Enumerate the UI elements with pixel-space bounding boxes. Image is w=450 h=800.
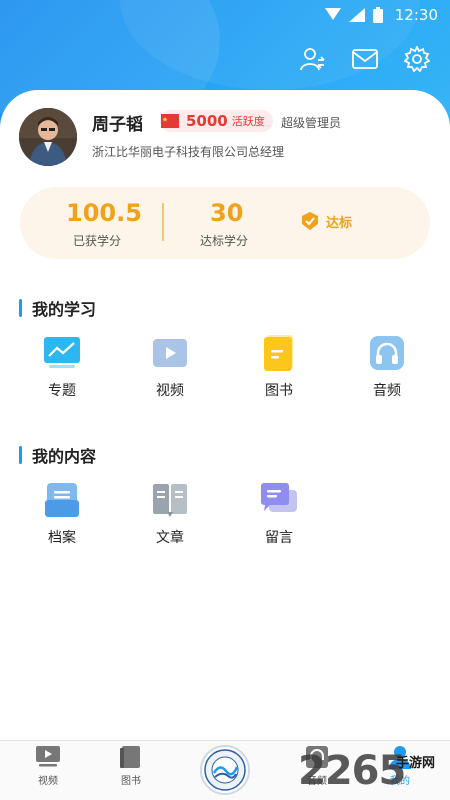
credits-divider — [162, 203, 164, 241]
learning-item-videos[interactable]: 视频 — [130, 334, 210, 400]
tab-label: 视频 — [38, 776, 58, 787]
status-bar: 12:30 — [0, 0, 450, 30]
learning-item-topics[interactable]: 专题 — [22, 334, 102, 400]
credits-status-label: 达标 — [326, 215, 353, 231]
settings-button[interactable] — [402, 44, 432, 74]
book-icon — [259, 334, 299, 372]
tab-video[interactable]: 视频 — [18, 745, 78, 797]
learning-item-books[interactable]: 图书 — [239, 334, 319, 400]
switch-user-button[interactable] — [298, 44, 328, 74]
video-tab-icon — [36, 746, 60, 767]
activity-score: 5000 — [186, 112, 228, 130]
learning-item-label: 专题 — [48, 383, 76, 399]
gear-icon — [404, 46, 430, 72]
archive-icon — [42, 481, 82, 519]
messages-button[interactable] — [350, 44, 380, 74]
profile-section: 周子韬 5000 活跃度 超级管理员 浙江比华丽电子科技有限公司总经理 — [19, 108, 439, 168]
activity-label: 活跃度 — [231, 115, 265, 128]
section-accent-bar — [19, 299, 22, 317]
earned-credits-value: 100.5 — [66, 199, 142, 227]
earned-credits-label: 已获学分 — [73, 234, 122, 248]
target-credits-label: 达标学分 — [200, 234, 249, 248]
video-play-icon — [150, 334, 190, 372]
avatar[interactable] — [19, 108, 77, 166]
content-item-label: 文章 — [156, 530, 184, 546]
content-item-label: 留言 — [265, 530, 293, 546]
user-switch-icon — [300, 48, 325, 71]
content-item-messages[interactable]: 留言 — [239, 481, 319, 547]
credits-panel: 100.5 已获学分 30 达标学分 达标 — [20, 187, 430, 259]
credits-status: 达标 — [300, 211, 352, 231]
section-my-content: 我的内容 — [19, 443, 96, 467]
check-badge-icon — [302, 212, 318, 230]
learning-item-label: 音频 — [373, 383, 401, 399]
user-role: 超级管理员 — [281, 116, 342, 130]
article-icon — [150, 481, 190, 519]
battery-icon — [372, 7, 383, 23]
user-company: 浙江比华丽电子科技有限公司总经理 — [92, 145, 285, 159]
monitor-chart-icon — [42, 334, 82, 372]
avatar-image — [19, 108, 77, 166]
watermark-number: 2265 — [298, 748, 406, 794]
watermark-site: 手游网 — [396, 756, 436, 771]
center-home-logo[interactable] — [200, 745, 250, 795]
tab-books[interactable]: 图书 — [101, 745, 161, 797]
mail-icon — [352, 49, 378, 69]
learning-item-label: 视频 — [156, 383, 184, 399]
activity-badge: 5000 活跃度 — [160, 110, 273, 132]
content-item-articles[interactable]: 文章 — [130, 481, 210, 547]
target-credits-value: 30 — [210, 199, 244, 227]
tab-label: 图书 — [121, 776, 141, 787]
content-item-label: 档案 — [48, 530, 76, 546]
learning-item-label: 图书 — [265, 383, 293, 399]
status-time: 12:30 — [394, 6, 438, 24]
section-title: 我的学习 — [32, 300, 97, 319]
section-accent-bar — [19, 446, 22, 464]
cellular-icon — [348, 8, 365, 22]
signal-icon — [324, 8, 341, 20]
content-item-archive[interactable]: 档案 — [22, 481, 102, 547]
headphones-icon — [367, 334, 407, 372]
china-flag-icon — [161, 114, 179, 128]
section-title: 我的内容 — [32, 447, 97, 466]
message-icon — [259, 481, 299, 519]
learning-item-audio[interactable]: 音频 — [347, 334, 427, 400]
book-tab-icon — [120, 746, 140, 768]
emblem-logo-icon — [204, 749, 246, 791]
header-actions — [298, 44, 432, 74]
user-name: 周子韬 — [92, 115, 143, 135]
section-my-learning: 我的学习 — [19, 296, 96, 320]
